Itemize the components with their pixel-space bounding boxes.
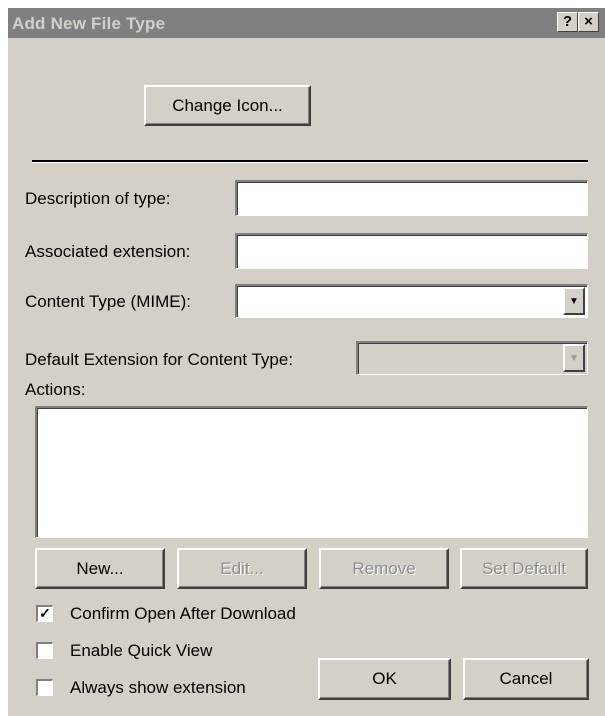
chevron-down-icon: ▼: [569, 295, 579, 307]
close-button[interactable]: ×: [578, 12, 599, 32]
always-show-ext-checkbox[interactable]: [36, 679, 53, 696]
chevron-down-icon: ▼: [569, 352, 579, 364]
description-input[interactable]: [235, 180, 588, 216]
confirm-open-label: Confirm Open After Download: [70, 604, 296, 623]
ok-button[interactable]: OK: [318, 658, 451, 700]
actions-label: Actions:: [25, 380, 86, 399]
content-type-select[interactable]: ▼: [235, 284, 588, 318]
window-title: Add New File Type: [12, 14, 166, 33]
content-type-label: Content Type (MIME):: [25, 292, 191, 311]
set-default-button[interactable]: Set Default: [460, 548, 588, 589]
add-new-file-type-dialog: Add New File Type ? × Change Icon... Des…: [8, 8, 605, 716]
cancel-button[interactable]: Cancel: [463, 658, 589, 700]
checkmark-icon: ✓: [39, 605, 51, 621]
edit-action-button[interactable]: Edit...: [177, 548, 307, 589]
quick-view-checkbox[interactable]: [36, 642, 53, 659]
extension-input[interactable]: [235, 233, 588, 269]
always-show-ext-label: Always show extension: [70, 678, 246, 697]
confirm-open-checkbox[interactable]: ✓: [36, 605, 53, 622]
extension-label: Associated extension:: [25, 242, 191, 261]
separator: [32, 160, 588, 163]
title-bar[interactable]: Add New File Type ? ×: [8, 8, 605, 38]
remove-action-button[interactable]: Remove: [319, 548, 449, 589]
quick-view-label: Enable Quick View: [70, 641, 213, 660]
change-icon-button[interactable]: Change Icon...: [144, 85, 311, 126]
default-ext-label: Default Extension for Content Type:: [25, 350, 294, 369]
actions-list[interactable]: [35, 406, 588, 538]
description-label: Description of type:: [25, 189, 171, 208]
new-action-button[interactable]: New...: [35, 548, 165, 589]
default-ext-select[interactable]: ▼: [356, 341, 588, 375]
help-button[interactable]: ?: [557, 12, 578, 32]
default-ext-dropdown-button[interactable]: ▼: [563, 344, 585, 372]
content-type-dropdown-button[interactable]: ▼: [563, 287, 585, 315]
